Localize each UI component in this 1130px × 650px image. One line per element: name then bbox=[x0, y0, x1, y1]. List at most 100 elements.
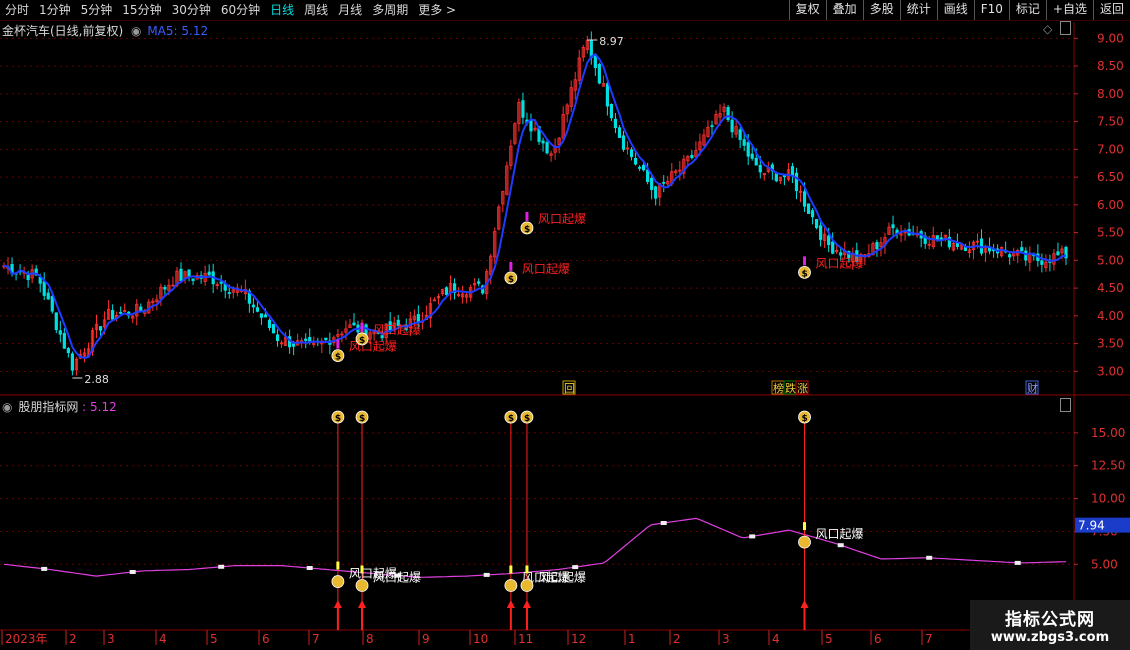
candle-body bbox=[62, 333, 66, 349]
sub-money-bag-icon bbox=[331, 575, 345, 588]
candle-body bbox=[839, 252, 843, 256]
sub-money-bag-icon bbox=[520, 579, 534, 592]
candle-body bbox=[98, 326, 103, 331]
candle-body bbox=[597, 64, 601, 84]
chart-grid bbox=[0, 22, 1130, 650]
kline-chart-area[interactable]: 8.972.88 $风口起爆$风口起爆$风口起爆$风口起爆$风口起爆$风口起爆$… bbox=[0, 0, 1130, 650]
main-y-tick-label: 3.00 bbox=[1097, 364, 1124, 378]
main-signal-label: 风口起爆 bbox=[373, 323, 421, 337]
time-axis-label: 10 bbox=[473, 632, 488, 646]
candle-body bbox=[589, 40, 593, 58]
main-y-tick-label: 8.00 bbox=[1097, 87, 1124, 101]
time-axis-label: 3 bbox=[107, 632, 115, 646]
candle-body bbox=[662, 181, 666, 184]
up-arrow-icon bbox=[522, 600, 531, 608]
candle-body bbox=[263, 314, 268, 318]
indicator-series bbox=[3, 517, 1067, 578]
event-badge-label: 跌 bbox=[785, 381, 796, 395]
indicator-marker bbox=[749, 534, 756, 539]
money-bag-symbol: $ bbox=[524, 225, 530, 235]
candle-body bbox=[738, 129, 742, 140]
main-signal-label: 风口起爆 bbox=[349, 340, 397, 354]
candle-body bbox=[1056, 251, 1060, 256]
main-y-tick-label: 8.50 bbox=[1097, 59, 1124, 73]
sub-y-tick-label: 5.00 bbox=[1091, 557, 1118, 571]
top-money-bag-symbol: $ bbox=[335, 414, 341, 424]
candle-body bbox=[827, 235, 831, 246]
candle-body bbox=[609, 103, 614, 119]
main-y-tick-label: 6.50 bbox=[1097, 170, 1124, 184]
candle-body bbox=[66, 348, 70, 354]
candle-body bbox=[259, 313, 264, 318]
candle-body bbox=[642, 164, 646, 171]
indicator-marker bbox=[837, 543, 844, 548]
money-bag-symbol: $ bbox=[359, 336, 365, 346]
main-y-tick-label: 7.00 bbox=[1097, 142, 1124, 156]
main-y-tick-label: 4.50 bbox=[1097, 281, 1124, 295]
sub-signal-label: 风口起爆 bbox=[538, 570, 586, 584]
indicator-marker bbox=[660, 521, 667, 525]
candle-body bbox=[271, 323, 276, 334]
candle-body bbox=[819, 225, 823, 240]
candle-body bbox=[529, 119, 533, 132]
main-y-tick-label: 5.50 bbox=[1097, 226, 1124, 240]
candle-body bbox=[42, 281, 46, 296]
main-signal-label: 风口起爆 bbox=[816, 256, 864, 270]
sub-signal-bar bbox=[525, 565, 529, 574]
high-price-label: 8.97 bbox=[599, 35, 624, 48]
main-y-tick-label: 7.50 bbox=[1097, 115, 1124, 129]
candle-body bbox=[111, 310, 115, 320]
watermark-title: 指标公式网 bbox=[1005, 610, 1095, 630]
candle-body bbox=[806, 203, 811, 214]
candle-body bbox=[1040, 260, 1044, 265]
candle-body bbox=[774, 173, 778, 182]
candle-body bbox=[304, 338, 308, 341]
sub-signal-label: 风口起爆 bbox=[816, 527, 864, 541]
candle-body bbox=[251, 304, 256, 308]
money-bag-symbol: $ bbox=[508, 275, 514, 285]
candle-body bbox=[255, 307, 260, 312]
sub-signal-bar bbox=[336, 561, 340, 570]
time-axis-label: 5 bbox=[825, 632, 833, 646]
candle-body bbox=[613, 118, 618, 129]
candle-body bbox=[794, 172, 799, 192]
event-badge-label: 回 bbox=[564, 382, 575, 395]
indicator-marker bbox=[41, 566, 48, 571]
main-y-tick-label: 4.00 bbox=[1097, 309, 1124, 323]
candle-body bbox=[207, 271, 211, 276]
time-axis-label: 12 bbox=[571, 632, 586, 646]
time-axis-label: 4 bbox=[159, 632, 167, 646]
indicator-polyline bbox=[3, 517, 1067, 578]
time-axis-label: 9 bbox=[422, 632, 430, 646]
top-money-bag-symbol: $ bbox=[359, 414, 365, 424]
event-badge-label: 榜 bbox=[773, 381, 784, 395]
candle-body bbox=[650, 177, 654, 190]
main-y-tick-label: 3.50 bbox=[1097, 337, 1124, 351]
candle-body bbox=[324, 337, 328, 341]
candle-body bbox=[750, 153, 754, 159]
candle-body bbox=[646, 169, 650, 182]
sub-signal-bar bbox=[360, 565, 364, 574]
candle-body bbox=[227, 292, 231, 294]
indicator-marker bbox=[1014, 560, 1021, 565]
candle-body bbox=[782, 175, 787, 178]
indicator-marker bbox=[306, 566, 313, 570]
candle-body bbox=[179, 268, 183, 282]
money-bag-symbol: $ bbox=[802, 269, 808, 279]
candle-body bbox=[746, 142, 750, 157]
sub-money-bag-icon bbox=[504, 579, 518, 592]
up-arrow-icon bbox=[358, 600, 367, 608]
candle-body bbox=[219, 281, 223, 284]
sub-signal-label: 风口起爆 bbox=[373, 570, 421, 584]
candle-body bbox=[163, 287, 167, 290]
candle-body bbox=[139, 306, 143, 312]
main-y-tick-label: 5.00 bbox=[1097, 253, 1124, 267]
candle-body bbox=[605, 83, 610, 107]
sub-y-tick-label: 10.00 bbox=[1091, 492, 1125, 506]
candle-body bbox=[267, 319, 272, 329]
time-axis-label: 7 bbox=[925, 632, 933, 646]
top-money-bag-symbol: $ bbox=[508, 414, 514, 424]
candle-body bbox=[46, 292, 50, 300]
candle-body bbox=[637, 166, 642, 169]
top-money-bag-symbol: $ bbox=[524, 414, 530, 424]
